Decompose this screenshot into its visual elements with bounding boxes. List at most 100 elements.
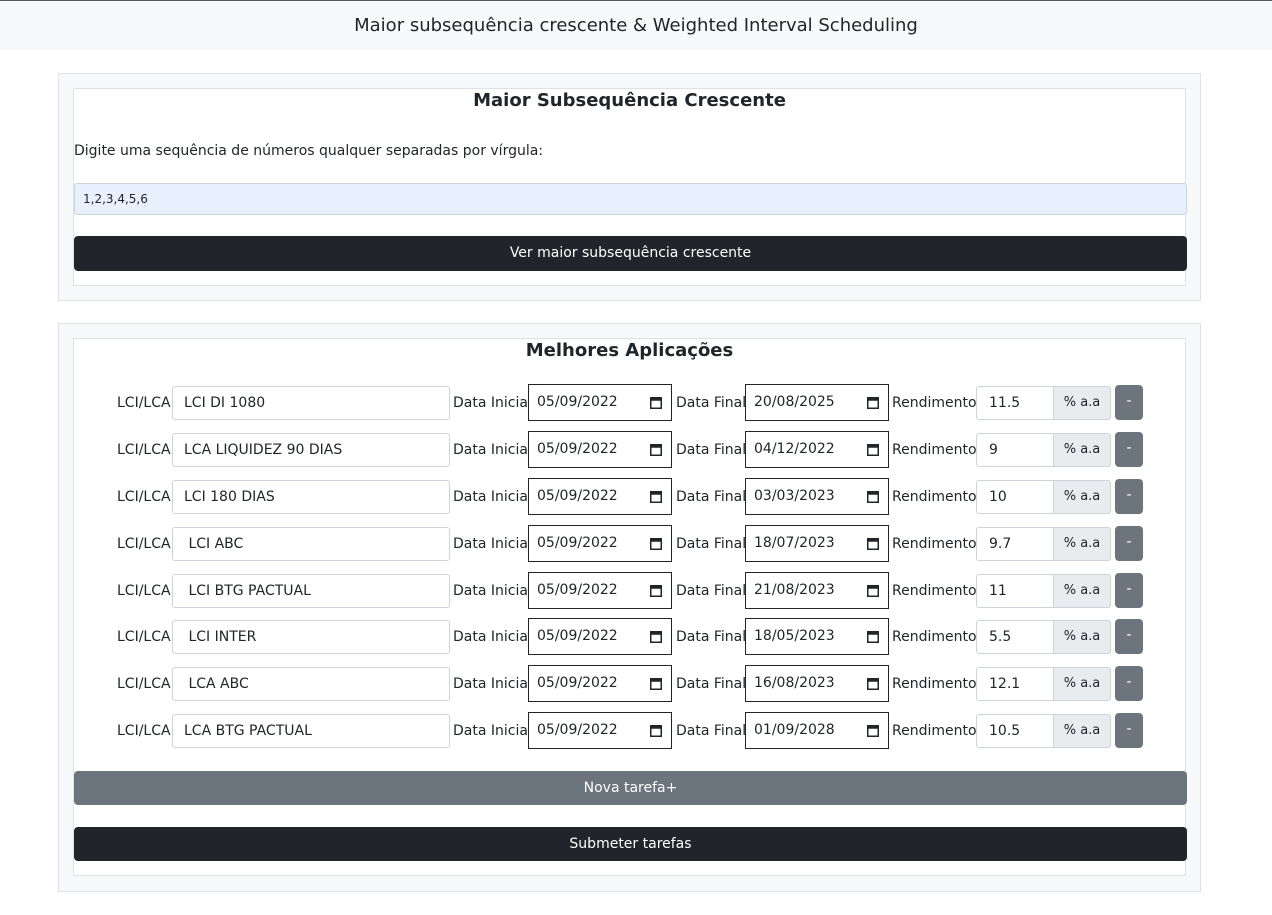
end-date-input[interactable]: 20/08/2025 — [745, 384, 889, 421]
name-label: LCI/LCA: — [117, 395, 176, 411]
start-date-label: Data Inicial: — [453, 536, 537, 552]
start-date-label: Data Inicial: — [453, 583, 537, 599]
start-date-input[interactable]: 05/09/2022 — [528, 525, 672, 562]
yield-label: Rendimento: — [892, 536, 982, 552]
yield-suffix: % a.a — [1054, 527, 1111, 561]
calendar-icon[interactable] — [650, 724, 662, 737]
end-date-input[interactable]: 04/12/2022 — [745, 431, 889, 468]
lis-card: Maior Subsequência Crescente Digite uma … — [58, 73, 1201, 301]
remove-row-button[interactable]: - — [1115, 573, 1143, 608]
application-row: LCI/LCA: LCA BTG PACTUAL Data Inicial: 0… — [74, 712, 1187, 749]
end-date-input[interactable]: 18/05/2023 — [745, 618, 889, 655]
name-input[interactable]: LCA BTG PACTUAL — [172, 714, 450, 748]
end-date-input[interactable]: 16/08/2023 — [745, 665, 889, 702]
name-input[interactable]: LCI ABC — [172, 527, 450, 561]
end-date-label: Data Final: — [676, 629, 751, 645]
calendar-icon[interactable] — [650, 630, 662, 643]
remove-row-button[interactable]: - — [1115, 713, 1143, 748]
remove-row-button[interactable]: - — [1115, 385, 1143, 420]
yield-input[interactable]: 10 — [976, 480, 1054, 514]
top-navbar: Maior subsequência crescente & Weighted … — [0, 0, 1272, 50]
end-date-input[interactable]: 18/07/2023 — [745, 525, 889, 562]
name-input[interactable]: LCI DI 1080 — [172, 386, 450, 420]
name-label: LCI/LCA: — [117, 676, 176, 692]
end-date-value: 04/12/2022 — [754, 441, 835, 457]
calendar-icon[interactable] — [650, 396, 662, 409]
yield-suffix: % a.a — [1054, 386, 1111, 420]
yield-suffix: % a.a — [1054, 574, 1111, 608]
end-date-label: Data Final: — [676, 395, 751, 411]
calendar-icon[interactable] — [650, 490, 662, 503]
yield-input[interactable]: 9.7 — [976, 527, 1054, 561]
calendar-icon[interactable] — [867, 396, 879, 409]
calendar-icon[interactable] — [650, 677, 662, 690]
calendar-icon[interactable] — [650, 537, 662, 550]
remove-row-button[interactable]: - — [1115, 432, 1143, 467]
start-date-input[interactable]: 05/09/2022 — [528, 665, 672, 702]
yield-label: Rendimento: — [892, 676, 982, 692]
start-date-input[interactable]: 05/09/2022 — [528, 431, 672, 468]
lis-card-body: Maior Subsequência Crescente Digite uma … — [73, 88, 1187, 286]
start-date-input[interactable]: 05/09/2022 — [528, 384, 672, 421]
start-date-value: 05/09/2022 — [537, 394, 618, 410]
end-date-input[interactable]: 21/08/2023 — [745, 572, 889, 609]
view-lis-button[interactable]: Ver maior subsequência crescente — [74, 236, 1187, 271]
application-row: LCI/LCA: LCI INTER Data Inicial: 05/09/2… — [74, 618, 1187, 655]
yield-suffix: % a.a — [1054, 620, 1111, 654]
calendar-icon[interactable] — [867, 630, 879, 643]
calendar-icon[interactable] — [650, 443, 662, 456]
end-date-input[interactable]: 01/09/2028 — [745, 712, 889, 749]
calendar-icon[interactable] — [867, 724, 879, 737]
name-label: LCI/LCA: — [117, 442, 176, 458]
yield-label: Rendimento: — [892, 629, 982, 645]
name-input[interactable]: LCI BTG PACTUAL — [172, 574, 450, 608]
start-date-input[interactable]: 05/09/2022 — [528, 572, 672, 609]
submit-tasks-button[interactable]: Submeter tarefas — [74, 827, 1187, 861]
start-date-input[interactable]: 05/09/2022 — [528, 712, 672, 749]
end-date-label: Data Final: — [676, 489, 751, 505]
start-date-label: Data Inicial: — [453, 629, 537, 645]
end-date-value: 01/09/2028 — [754, 722, 835, 738]
start-date-label: Data Inicial: — [453, 723, 537, 739]
name-input[interactable]: LCA ABC — [172, 667, 450, 701]
yield-input[interactable]: 11.5 — [976, 386, 1054, 420]
remove-row-button[interactable]: - — [1115, 666, 1143, 701]
yield-input[interactable]: 9 — [976, 433, 1054, 467]
yield-input[interactable]: 10.5 — [976, 714, 1054, 748]
end-date-input[interactable]: 03/03/2023 — [745, 478, 889, 515]
yield-label: Rendimento: — [892, 583, 982, 599]
remove-row-button[interactable]: - — [1115, 526, 1143, 561]
remove-row-button[interactable]: - — [1115, 479, 1143, 514]
calendar-icon[interactable] — [867, 490, 879, 503]
calendar-icon[interactable] — [867, 537, 879, 550]
remove-row-button[interactable]: - — [1115, 619, 1143, 654]
name-input[interactable]: LCI 180 DIAS — [172, 480, 450, 514]
end-date-label: Data Final: — [676, 583, 751, 599]
apps-card: Melhores Aplicações LCI/LCA: LCI DI 1080… — [58, 323, 1201, 892]
start-date-input[interactable]: 05/09/2022 — [528, 618, 672, 655]
end-date-value: 16/08/2023 — [754, 675, 835, 691]
yield-suffix: % a.a — [1054, 667, 1111, 701]
new-task-button[interactable]: Nova tarefa+ — [74, 771, 1187, 805]
calendar-icon[interactable] — [867, 584, 879, 597]
name-input[interactable]: LCI INTER — [172, 620, 450, 654]
start-date-value: 05/09/2022 — [537, 628, 618, 644]
start-date-input[interactable]: 05/09/2022 — [528, 478, 672, 515]
yield-input[interactable]: 5.5 — [976, 620, 1054, 654]
yield-label: Rendimento: — [892, 395, 982, 411]
application-row: LCI/LCA: LCA ABC Data Inicial: 05/09/202… — [74, 665, 1187, 702]
sequence-input[interactable] — [74, 183, 1187, 215]
yield-input[interactable]: 11 — [976, 574, 1054, 608]
calendar-icon[interactable] — [650, 584, 662, 597]
application-row: LCI/LCA: LCI BTG PACTUAL Data Inicial: 0… — [74, 572, 1187, 609]
name-label: LCI/LCA: — [117, 629, 176, 645]
end-date-value: 21/08/2023 — [754, 582, 835, 598]
calendar-icon[interactable] — [867, 443, 879, 456]
start-date-label: Data Inicial: — [453, 395, 537, 411]
yield-input[interactable]: 12.1 — [976, 667, 1054, 701]
yield-suffix: % a.a — [1054, 480, 1111, 514]
end-date-value: 20/08/2025 — [754, 394, 835, 410]
name-input[interactable]: LCA LIQUIDEZ 90 DIAS — [172, 433, 450, 467]
calendar-icon[interactable] — [867, 677, 879, 690]
name-label: LCI/LCA: — [117, 536, 176, 552]
